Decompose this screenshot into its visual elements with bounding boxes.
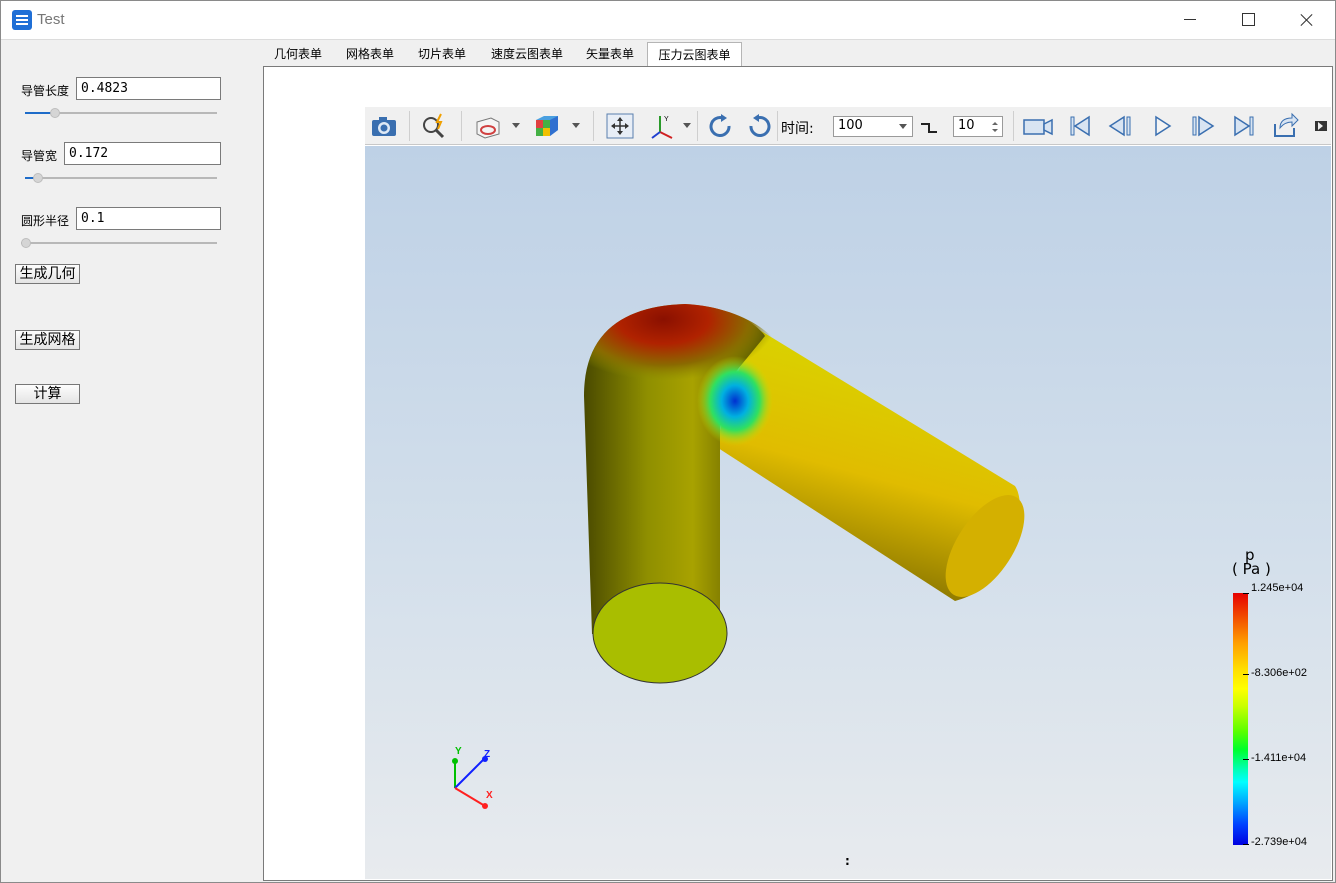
colorbar-unit: ( Pa ) <box>1232 560 1271 578</box>
circle-radius-slider[interactable] <box>21 238 217 248</box>
toolbar-separator <box>409 111 410 141</box>
toolbar-separator <box>1013 111 1014 141</box>
spin-arrows-icon[interactable] <box>991 120 999 134</box>
circle-radius-label: 圆形半径 <box>21 214 70 228</box>
step-icon <box>919 112 949 140</box>
render-viewport[interactable]: Y Z X p ( Pa ) 1.245e+04 -8.306e+02 -1.4… <box>365 146 1331 879</box>
colorbar-tick <box>1243 593 1249 594</box>
colorbar-label-min: -2.739e+04 <box>1251 836 1307 848</box>
circle-radius-input[interactable] <box>76 207 221 230</box>
rotate-ccw-icon[interactable] <box>745 112 775 140</box>
toolbar-separator <box>593 111 594 141</box>
record-icon[interactable] <box>1022 112 1053 140</box>
chevron-down-icon <box>899 124 907 129</box>
colorbar-label-max: 1.245e+04 <box>1251 582 1304 594</box>
tab-geometry[interactable]: 几何表单 <box>263 42 333 66</box>
duct-length-input[interactable] <box>76 77 221 100</box>
colorbar-label: -1.411e+04 <box>1251 752 1307 764</box>
last-frame-icon[interactable] <box>1229 112 1259 140</box>
chevron-down-icon[interactable] <box>683 123 691 128</box>
slice-box-icon[interactable] <box>473 112 503 140</box>
toolbar-separator <box>697 111 698 141</box>
zoom-icon[interactable] <box>419 112 449 140</box>
x-axis-line <box>454 787 486 807</box>
tab-velocity-contour[interactable]: 速度云图表单 <box>479 42 575 66</box>
toolbar-separator <box>461 111 462 141</box>
tab-vector[interactable]: 矢量表单 <box>575 42 645 66</box>
duct-width-slider[interactable] <box>25 173 217 183</box>
reset-view-icon[interactable] <box>605 112 635 140</box>
color-cube-icon[interactable] <box>532 112 562 140</box>
duct-width-slider-handle[interactable] <box>33 173 43 183</box>
time-select-value: 100 <box>838 118 863 133</box>
low-pressure-region <box>697 356 773 446</box>
z-axis-label: Z <box>484 749 491 760</box>
chevron-down-icon[interactable] <box>512 123 520 128</box>
pressure-colorbar <box>1233 593 1248 845</box>
duct-length-slider-handle[interactable] <box>50 108 60 118</box>
circle-radius-slider-handle[interactable] <box>21 238 31 248</box>
y-axis-label: Y <box>455 746 462 757</box>
camera-icon[interactable] <box>369 112 399 140</box>
minimize-button[interactable] <box>1161 1 1219 39</box>
colorbar-tick <box>1243 674 1249 675</box>
app-window: Test 导管长度 导管宽 圆形半径 生成几何 生成网格 计算 几何表单 网格表… <box>0 0 1336 883</box>
first-frame-icon[interactable] <box>1065 112 1095 140</box>
duct-length-slider[interactable] <box>25 108 217 118</box>
loop-icon[interactable] <box>1270 112 1300 140</box>
close-button[interactable] <box>1277 1 1335 39</box>
play-icon[interactable] <box>1147 112 1177 140</box>
tab-mesh[interactable]: 网格表单 <box>335 42 405 66</box>
step-spinbox[interactable]: 10 <box>953 116 1003 137</box>
prev-frame-icon[interactable] <box>1106 112 1136 140</box>
pipe-inlet <box>592 582 728 684</box>
duct-width-label: 导管宽 <box>21 149 58 163</box>
next-frame-icon[interactable] <box>1188 112 1218 140</box>
viewport-status: : <box>845 854 850 868</box>
colorbar-tick <box>1243 844 1249 845</box>
tab-slice[interactable]: 切片表单 <box>407 42 477 66</box>
colorbar-tick <box>1243 759 1249 760</box>
colorbar-label: -8.306e+02 <box>1251 667 1307 679</box>
window-title: Test <box>37 11 65 28</box>
compute-button[interactable]: 计算 <box>15 384 80 404</box>
step-spinbox-value: 10 <box>958 118 975 133</box>
time-select[interactable]: 100 <box>833 116 913 137</box>
rotate-cw-icon[interactable] <box>705 112 735 140</box>
generate-mesh-button[interactable]: 生成网格 <box>15 330 80 350</box>
maximize-button[interactable] <box>1219 1 1277 39</box>
generate-geometry-button[interactable]: 生成几何 <box>15 264 80 284</box>
duct-length-label: 导管长度 <box>21 84 70 98</box>
svg-text:Y: Y <box>664 116 669 123</box>
time-label: 时间: <box>781 121 814 137</box>
z-axis-line <box>454 757 486 789</box>
x-axis-tip <box>482 803 488 809</box>
toolbar-separator <box>777 111 778 141</box>
toolbar-more-icon[interactable] <box>1309 112 1329 140</box>
left-panel: 导管长度 导管宽 圆形半径 生成几何 生成网格 计算 <box>1 40 259 882</box>
pipe-render <box>452 304 1025 809</box>
chevron-down-icon[interactable] <box>572 123 580 128</box>
duct-width-input[interactable] <box>64 142 221 165</box>
x-axis-label: X <box>486 790 493 801</box>
app-icon <box>12 10 32 30</box>
title-bar: Test <box>1 1 1335 39</box>
axes-icon[interactable]: Y <box>648 112 678 140</box>
tab-pressure-contour[interactable]: 压力云图表单 <box>647 42 742 67</box>
viewer-toolbar: Y 时间: 100 10 <box>365 107 1331 145</box>
y-axis-tip <box>452 758 458 764</box>
